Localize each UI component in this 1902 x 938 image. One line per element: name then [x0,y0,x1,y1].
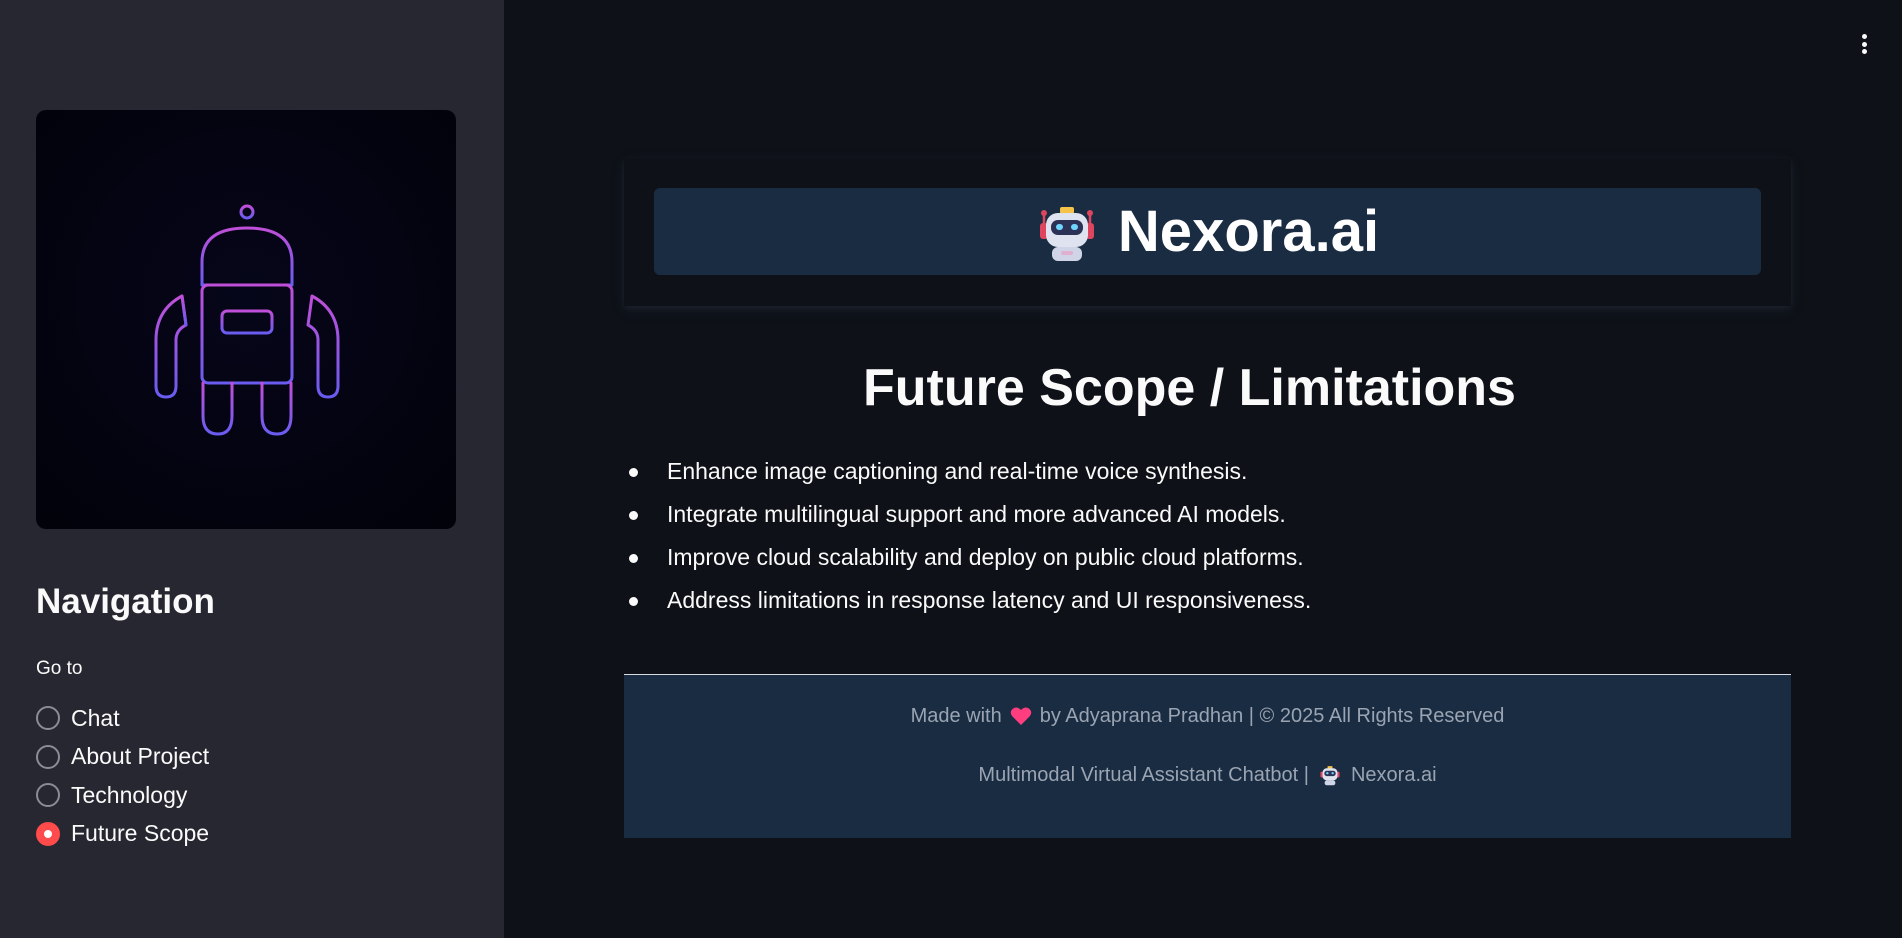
app-title: Nexora.ai [1117,199,1380,264]
more-vertical-icon-dot [1861,41,1867,47]
more-vertical-icon-dot [1861,49,1867,54]
sidebar: Navigation Go to Chat About Project Tech… [0,0,504,938]
footer-credits: Made with by Adyaprana Pradhan | © 2025 … [624,701,1791,731]
heart-icon [1010,707,1031,725]
list-item: Improve cloud scalability and deploy on … [624,536,1311,579]
radio-button[interactable] [36,783,60,808]
nav-option-label: About Project [71,743,210,770]
navigation-title: Navigation [36,582,215,621]
more-vertical-icon [1861,34,1867,39]
main-menu-button[interactable] [1852,30,1876,58]
footer-author: by Adyaprana Pradhan | © 2025 All Rights… [1039,704,1505,727]
nav-option-label: Future Scope [71,820,210,847]
page-title: Future Scope / Limitations [863,359,1516,417]
robot-illustration-icon [154,204,340,436]
list-item: Integrate multilingual support and more … [624,493,1311,536]
navigation-radio-group: Chat About Project Technology Future Sco… [36,699,209,853]
list-item: Address limitations in response latency … [624,579,1311,622]
footer-project-name: Multimodal Virtual Assistant Chatbot | [978,763,1309,786]
future-scope-list: Enhance image captioning and real-time v… [624,450,1311,622]
goto-label: Go to [36,658,83,679]
nav-option-label: Technology [71,781,188,808]
footer: Made with by Adyaprana Pradhan | © 2025 … [624,674,1791,838]
robot-emoji-icon [1320,766,1340,786]
header-banner: Nexora.ai [654,188,1761,275]
header-container: Nexora.ai [624,158,1791,306]
list-item: Enhance image captioning and real-time v… [624,450,1311,493]
footer-brand: Nexora.ai [1350,763,1437,786]
nav-option-future-scope[interactable]: Future Scope [36,815,209,854]
nav-option-about-project[interactable]: About Project [36,738,209,777]
footer-tagline: Multimodal Virtual Assistant Chatbot | N… [624,760,1791,790]
nav-option-chat[interactable]: Chat [36,699,209,738]
robot-image [36,110,456,529]
radio-button[interactable] [36,706,60,731]
nav-option-label: Chat [71,704,120,731]
app-root: Navigation Go to Chat About Project Tech… [0,0,1902,938]
radio-button[interactable] [36,744,60,769]
robot-emoji-icon [1039,206,1094,261]
radio-button-selected[interactable] [36,821,60,846]
footer-made-with: Made with [910,704,1002,727]
nav-option-technology[interactable]: Technology [36,776,209,815]
